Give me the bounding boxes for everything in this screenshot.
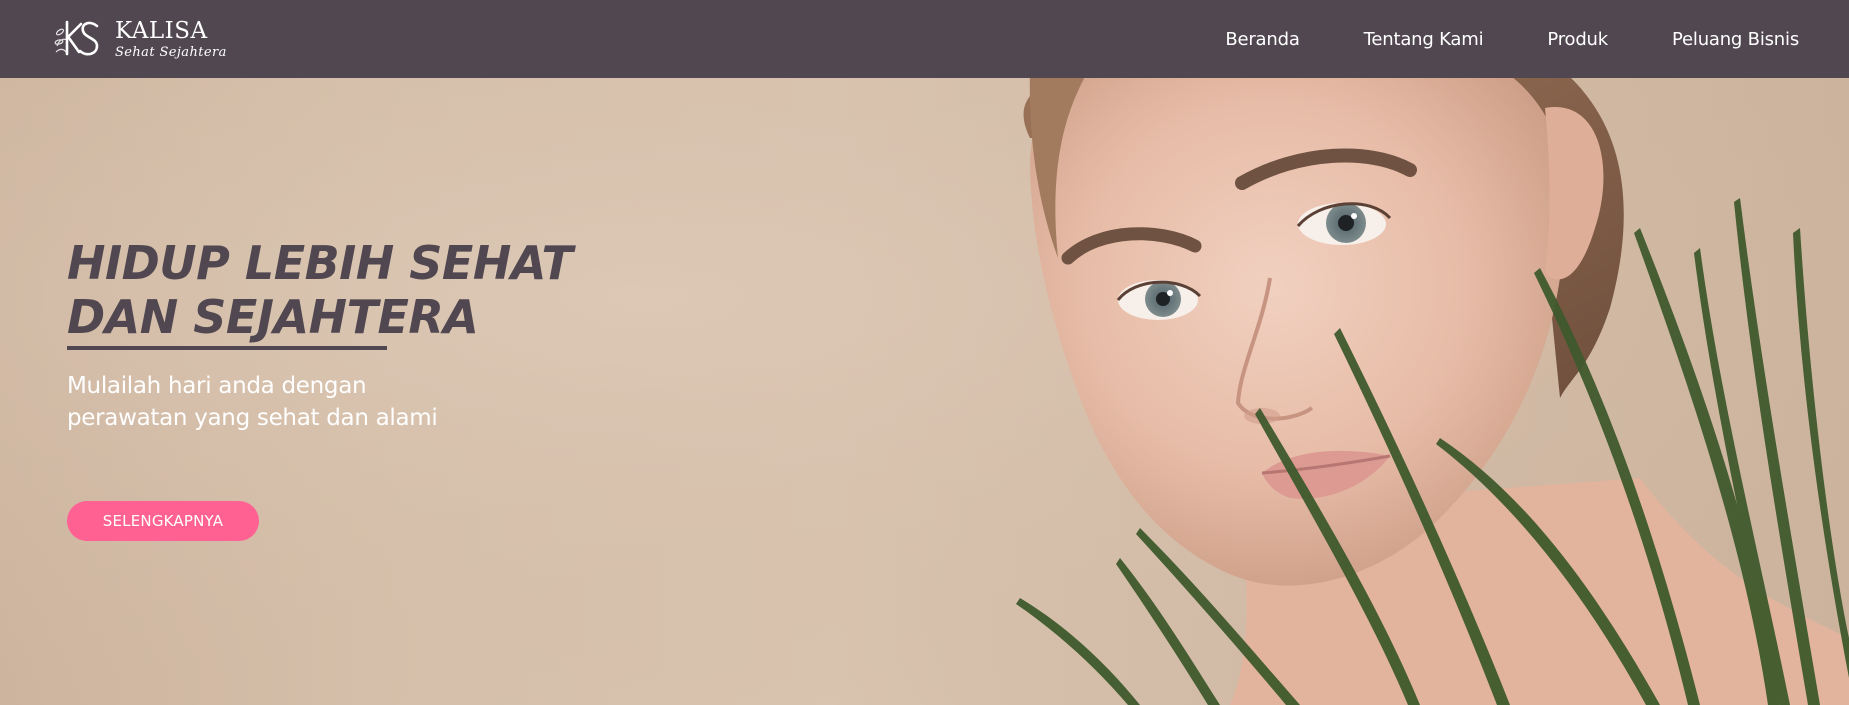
selengkapnya-button[interactable]: SELENGKAPNYA [67,501,259,541]
nav-item-tentang-kami[interactable]: Tentang Kami [1364,29,1484,50]
hero-subtitle: Mulailah hari anda dengan perawatan yang… [67,370,707,434]
nav-item-beranda[interactable]: Beranda [1225,29,1300,50]
hero-headline-line-1: HIDUP LEBIH SEHAT [67,236,573,290]
brand-logo[interactable]: KALISA Sehat Sejahtera [51,16,227,62]
hero-subtitle-line-1: Mulailah hari anda dengan [67,373,367,399]
main-nav: Beranda Tentang Kami Produk Peluang Bisn… [1225,29,1799,50]
header: KALISA Sehat Sejahtera Beranda Tentang K… [0,0,1849,78]
ks-monogram-icon [54,20,99,56]
hero-headline-line-2: DAN SEJAHTERA [67,290,479,344]
hero-text: HIDUP LEBIH SEHAT DAN SEJAHTERA Mulailah… [67,236,707,434]
headline-underline [67,346,387,350]
brand-name: KALISA [115,17,208,44]
hero-headline: HIDUP LEBIH SEHAT DAN SEJAHTERA [67,236,707,344]
brand-tagline: Sehat Sejahtera [115,44,227,60]
hero-section: HIDUP LEBIH SEHAT DAN SEJAHTERA Mulailah… [0,78,1849,705]
page: KALISA Sehat Sejahtera Beranda Tentang K… [0,0,1849,705]
hero-subtitle-line-2: perawatan yang sehat dan alami [67,405,438,431]
brand-wordmark: KALISA Sehat Sejahtera [115,17,227,60]
nav-item-produk[interactable]: Produk [1547,29,1608,50]
nav-item-peluang-bisnis[interactable]: Peluang Bisnis [1672,29,1799,50]
